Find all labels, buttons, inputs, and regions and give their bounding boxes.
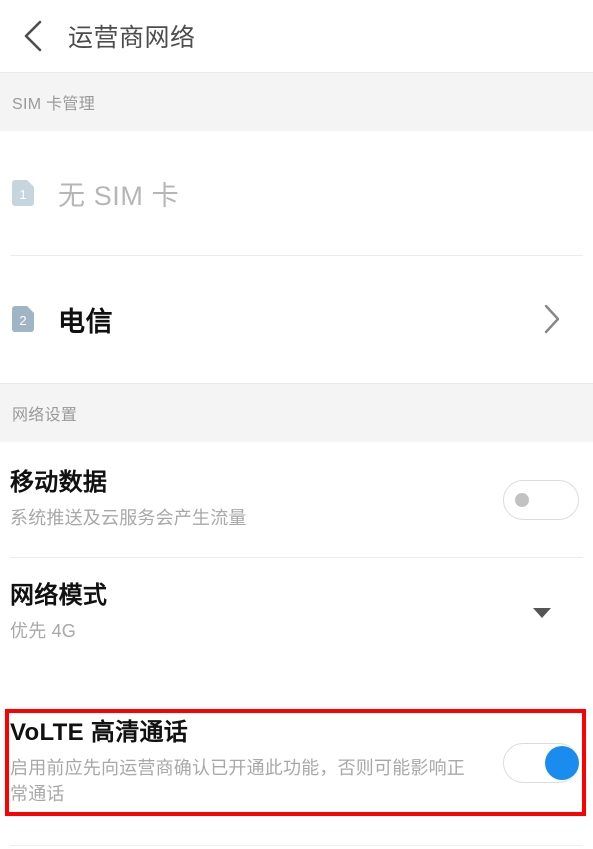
mobile-data-subtitle: 系统推送及云服务会产生流量 <box>10 507 247 528</box>
volte-subtitle: 启用前应先向运营商确认已开通此功能，否则可能影响正常通话 <box>10 757 465 804</box>
sim-card-icon-1: 1 <box>12 180 34 206</box>
volte-title: VoLTE 高清通话 <box>10 719 189 746</box>
page-title: 运营商网络 <box>68 23 196 52</box>
sim-row-2-label: 电信 <box>58 306 114 337</box>
setting-row-mobile-data[interactable]: 移动数据 系统推送及云服务会产生流量 <box>0 443 593 557</box>
sim-row-1[interactable]: 1 无 SIM 卡 <box>0 131 593 255</box>
mobile-data-toggle[interactable] <box>503 480 579 520</box>
chevron-right-icon[interactable] <box>541 302 563 336</box>
section-header-sim-label: SIM 卡管理 <box>12 96 95 113</box>
sim-row-1-label: 无 SIM 卡 <box>58 180 180 211</box>
sim-row-2[interactable]: 2 电信 <box>0 256 593 382</box>
section-header-network: 网络设置 <box>0 383 593 442</box>
chevron-left-icon <box>24 20 42 51</box>
setting-texts: VoLTE 高清通话 启用前应先向运营商确认已开通此功能，否则可能影响正常通话 <box>10 719 503 807</box>
caret-down-icon[interactable] <box>533 608 551 618</box>
operator-network-settings-screen: 运营商网络 SIM 卡管理 1 无 SIM 卡 2 电信 网络设置 移动数据 系… <box>0 0 593 849</box>
toggle-knob <box>545 746 579 780</box>
section-header-sim: SIM 卡管理 <box>0 72 593 131</box>
setting-texts: 移动数据 系统推送及云服务会产生流量 <box>10 469 503 531</box>
network-mode-subtitle: 优先 4G <box>10 620 77 641</box>
setting-row-network-mode[interactable]: 网络模式 优先 4G <box>0 558 593 668</box>
mobile-data-title: 移动数据 <box>10 469 108 497</box>
toggle-knob <box>515 493 529 507</box>
setting-row-volte[interactable]: VoLTE 高清通话 启用前应先向运营商确认已开通此功能，否则可能影响正常通话 <box>0 710 593 816</box>
section-header-network-label: 网络设置 <box>12 407 78 424</box>
divider-bottom <box>10 845 583 846</box>
setting-texts: 网络模式 优先 4G <box>10 582 533 644</box>
back-button[interactable] <box>10 13 56 59</box>
network-mode-title: 网络模式 <box>10 582 108 610</box>
volte-toggle[interactable] <box>503 743 579 783</box>
app-bar: 运营商网络 <box>0 0 593 71</box>
sim-card-icon-2: 2 <box>12 306 34 332</box>
